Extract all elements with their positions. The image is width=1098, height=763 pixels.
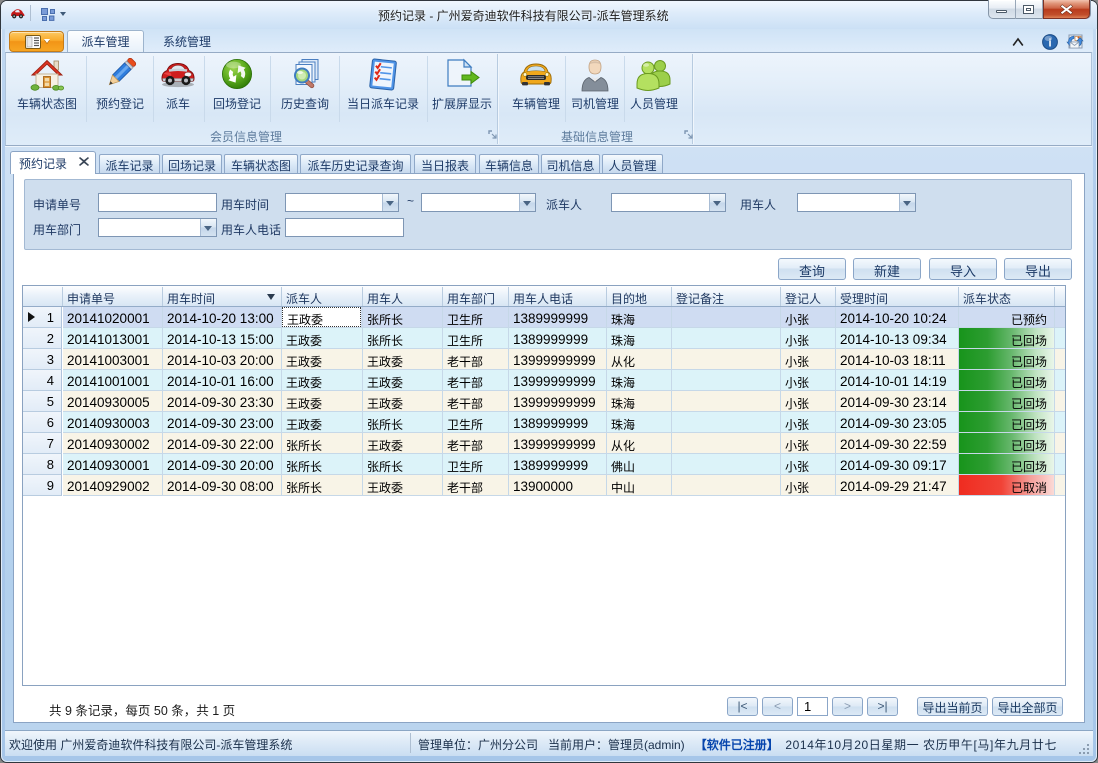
svg-text:i: i bbox=[1048, 37, 1051, 49]
